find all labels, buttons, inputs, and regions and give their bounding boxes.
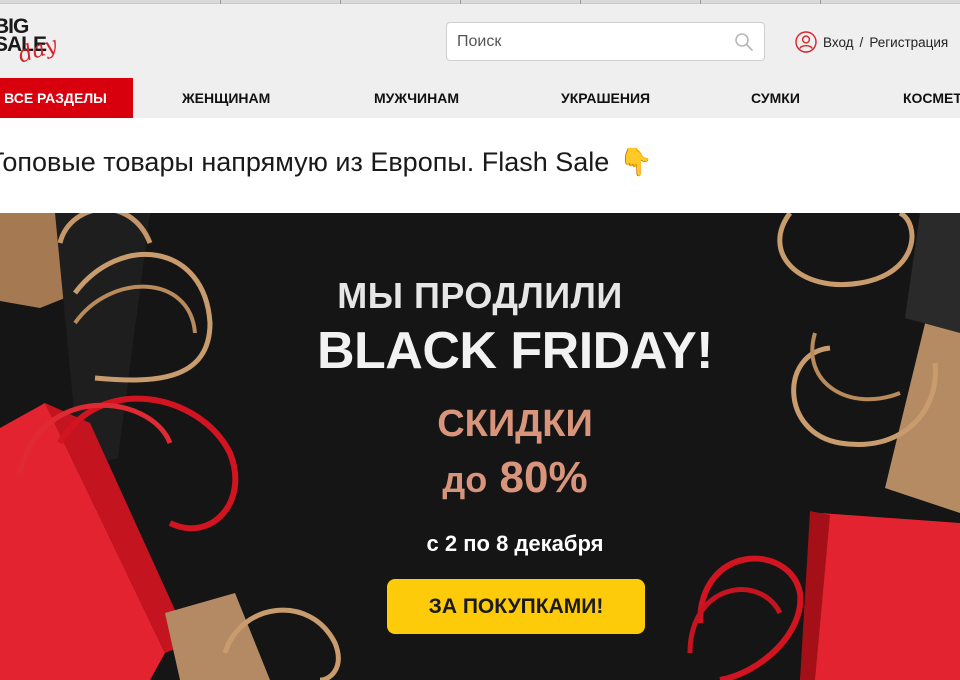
banner-dates: с 2 по 8 декабря: [426, 531, 604, 556]
search-icon[interactable]: [734, 32, 754, 52]
black-friday-banner[interactable]: МЫ ПРОДЛИЛИ BLACK FRIDAY! СКИДКИ до 80% …: [0, 213, 960, 680]
banner-discount-label: СКИДКИ: [437, 403, 593, 445]
login-link[interactable]: Вход: [823, 35, 854, 50]
site-header: BIG SALE day Вход / Регистрация: [0, 4, 960, 78]
nav-item-men[interactable]: МУЖЧИНАМ: [374, 78, 459, 118]
nav-item-women[interactable]: ЖЕНЩИНАМ: [182, 78, 270, 118]
user-icon[interactable]: [795, 31, 817, 53]
banner-headline-line-1: МЫ ПРОДЛИЛИ: [337, 275, 623, 316]
shop-now-button[interactable]: ЗА ПОКУПКАМИ!: [387, 579, 645, 634]
nav-item-bags[interactable]: СУМКИ: [751, 78, 800, 118]
pointing-down-icon: 👇: [619, 147, 653, 177]
search-box: [446, 22, 765, 61]
register-link[interactable]: Регистрация: [869, 35, 948, 50]
banner-discount-value: до 80%: [0, 453, 960, 503]
nav-item-cosmetics[interactable]: КОСМЕТИКА: [903, 78, 960, 118]
account-links: Вход / Регистрация: [795, 30, 948, 54]
account-separator: /: [859, 34, 864, 50]
banner-headline-line-2: BLACK FRIDAY!: [316, 322, 714, 380]
kraft-bag-bottom-left: [165, 593, 341, 680]
nav-item-all-sections[interactable]: ВСЕ РАЗДЕЛЫ: [0, 78, 133, 118]
promo-tagline: Топовые товары напрямую из Европы. Flash…: [0, 146, 653, 178]
search-input[interactable]: [447, 23, 727, 60]
discount-prefix: до: [442, 459, 488, 500]
nav-item-jewelry[interactable]: УКРАШЕНИЯ: [561, 78, 650, 118]
category-nav: ВСЕ РАЗДЕЛЫ ЖЕНЩИНАМ МУЖЧИНАМ УКРАШЕНИЯ …: [0, 78, 960, 118]
tagline-text: Топовые товары напрямую из Европы. Flash…: [0, 147, 610, 177]
site-logo[interactable]: BIG SALE day: [0, 12, 64, 74]
discount-percent: 80%: [499, 453, 588, 502]
